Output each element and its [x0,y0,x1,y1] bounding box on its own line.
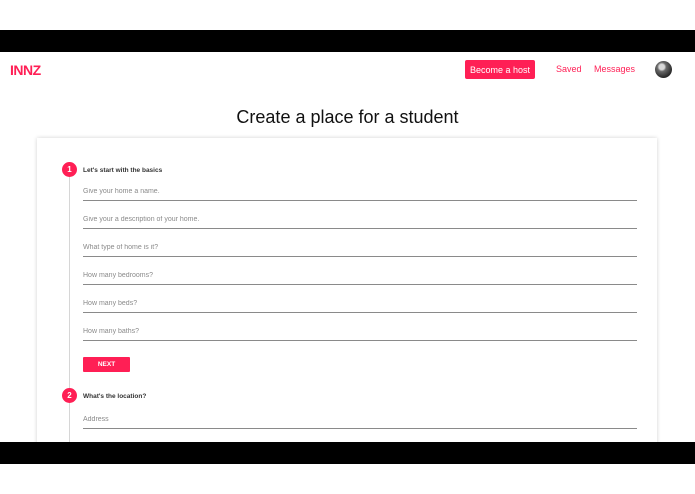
step-2-title: What's the location? [83,393,147,400]
step-2-badge: 2 [62,388,77,403]
home-name-input[interactable] [83,182,637,201]
innz-logo[interactable]: INNZ [10,62,41,78]
address-input[interactable] [83,410,637,429]
become-host-button[interactable]: Become a host [465,60,535,79]
home-description-input[interactable] [83,210,637,229]
letterbox-bar-bottom [0,442,695,464]
letterbox-bar-top [0,30,695,52]
step-1-title: Let's start with the basics [83,167,163,174]
app-screen: INNZ Become a host Saved Messages Create… [0,52,695,442]
next-button[interactable]: NEXT [83,357,130,372]
beds-input[interactable] [83,294,637,313]
create-place-form-card: 1 Let's start with the basics NEXT 2 Wha… [37,138,657,442]
user-avatar[interactable] [655,61,672,78]
bedrooms-input[interactable] [83,266,637,285]
home-type-input[interactable] [83,238,637,257]
step-1-badge: 1 [62,162,77,177]
nav-messages-link[interactable]: Messages [594,64,635,74]
letterbox-top [0,0,695,30]
page-title: Create a place for a student [236,107,459,127]
baths-input[interactable] [83,322,637,341]
nav-saved-link[interactable]: Saved [556,64,582,74]
letterbox-bottom [0,464,695,494]
